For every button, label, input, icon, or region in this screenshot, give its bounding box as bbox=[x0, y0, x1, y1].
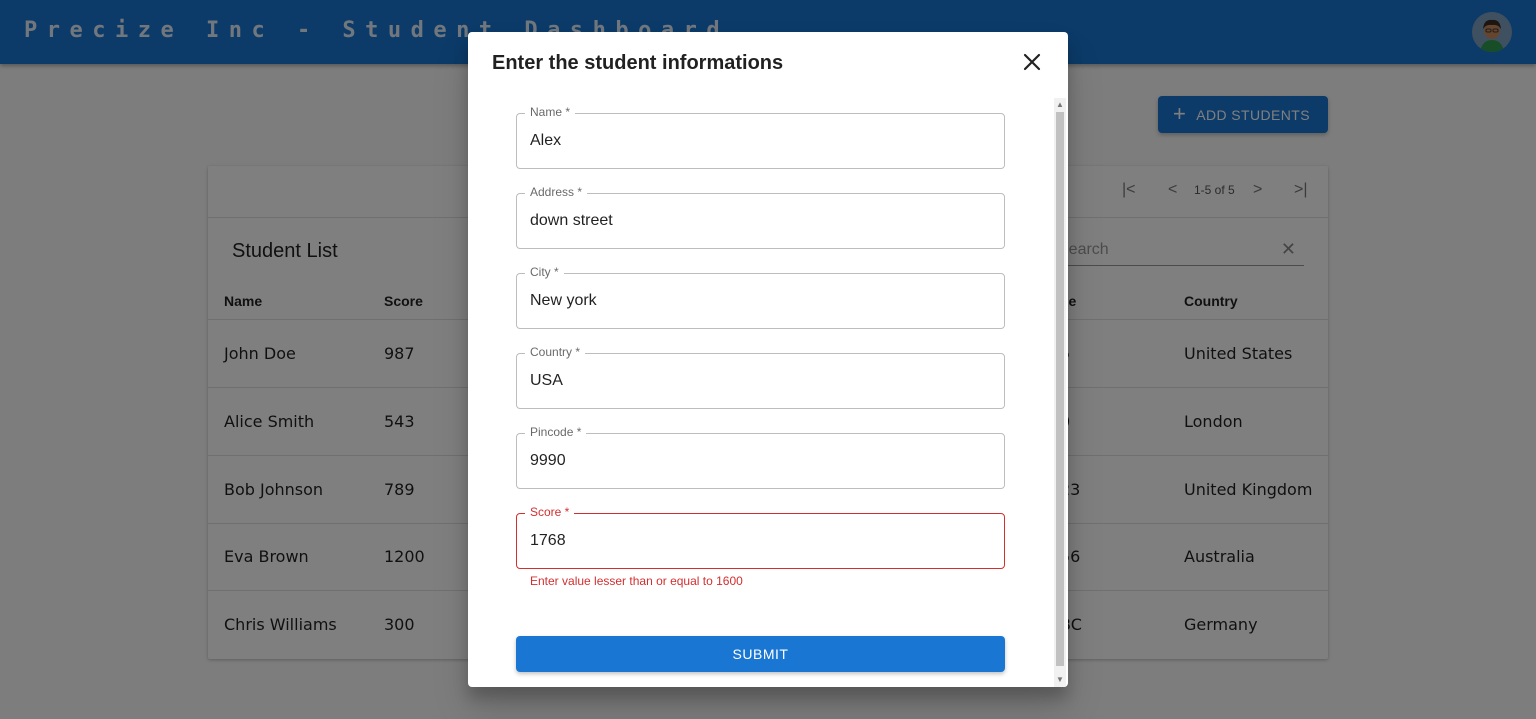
close-button[interactable] bbox=[1016, 46, 1048, 78]
country-input[interactable] bbox=[517, 354, 1004, 408]
name-input[interactable] bbox=[517, 114, 1004, 168]
address-input[interactable] bbox=[517, 194, 1004, 248]
score-input[interactable] bbox=[517, 514, 1004, 568]
score-error-message: Enter value lesser than or equal to 1600 bbox=[530, 574, 743, 588]
close-icon bbox=[1023, 53, 1041, 71]
dialog-title: Enter the student informations bbox=[492, 52, 784, 74]
city-input[interactable] bbox=[517, 274, 1004, 328]
submit-button[interactable]: SUBMIT bbox=[516, 636, 1005, 672]
address-field[interactable]: Address * bbox=[516, 185, 1005, 249]
scroll-thumb[interactable] bbox=[1056, 112, 1064, 666]
name-field[interactable]: Name * bbox=[516, 105, 1005, 169]
pincode-field[interactable]: Pincode * bbox=[516, 425, 1005, 489]
dialog-scrollbar[interactable]: ▲ ▼ bbox=[1054, 98, 1066, 687]
pincode-input[interactable] bbox=[517, 434, 1004, 488]
scroll-down-arrow-icon[interactable]: ▼ bbox=[1054, 675, 1066, 685]
scroll-up-arrow-icon[interactable]: ▲ bbox=[1054, 100, 1066, 110]
student-form-dialog: Enter the student informations Name * Ad… bbox=[468, 32, 1068, 687]
country-field[interactable]: Country * bbox=[516, 345, 1005, 409]
score-field[interactable]: Score * bbox=[516, 505, 1005, 569]
city-field[interactable]: City * bbox=[516, 265, 1005, 329]
